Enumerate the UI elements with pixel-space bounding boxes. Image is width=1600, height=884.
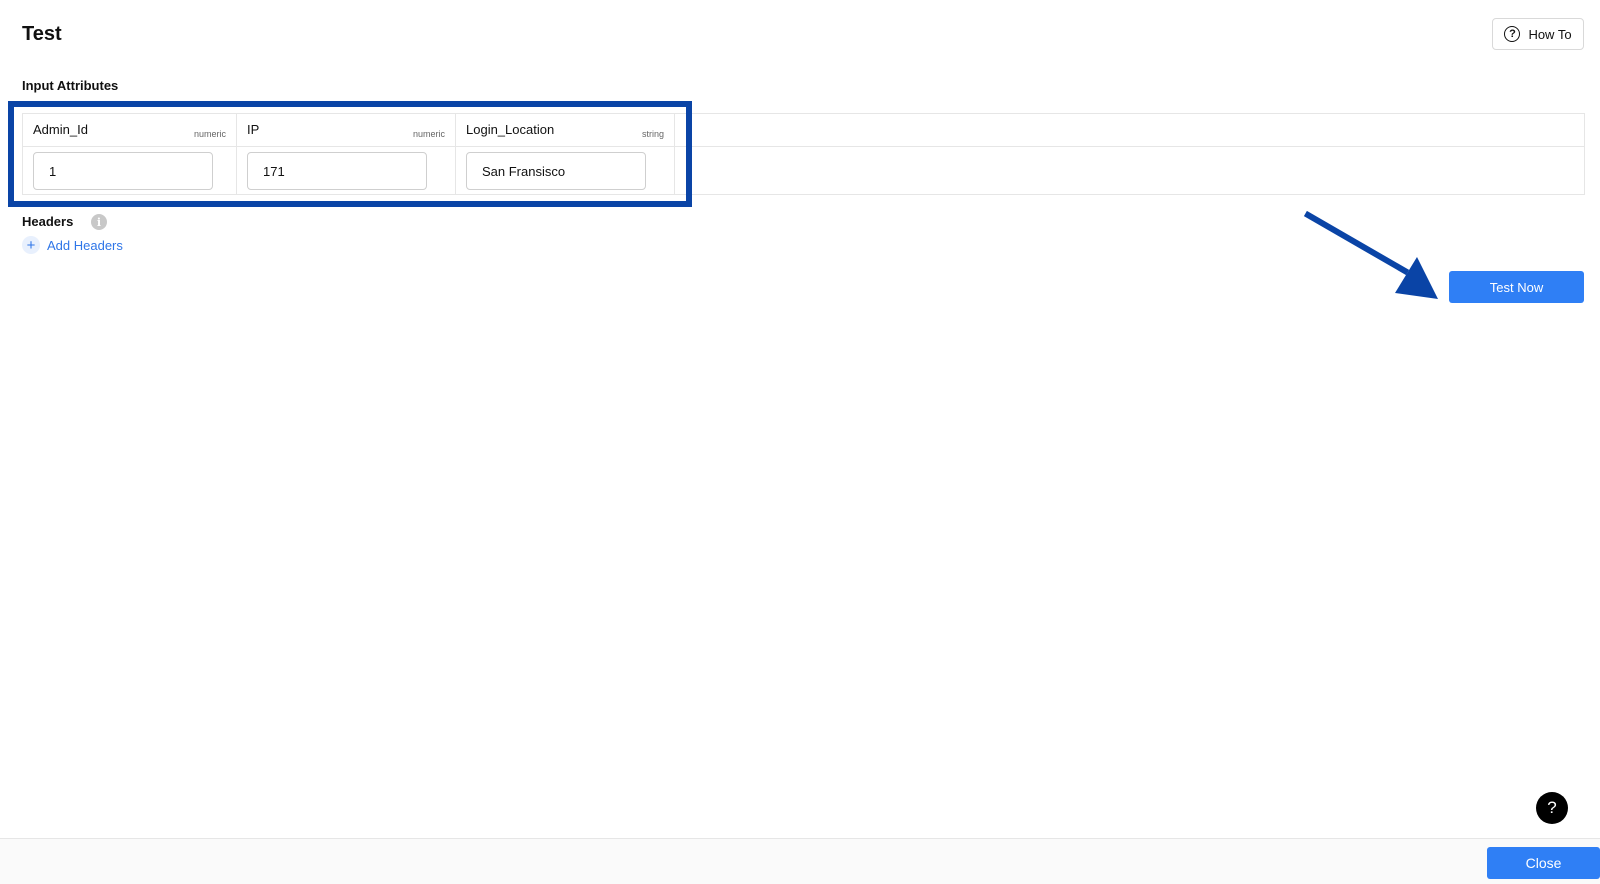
attribute-column-admin-id: Admin_Id numeric [23, 114, 237, 194]
page-title: Test [22, 23, 62, 45]
test-now-button[interactable]: Test Now [1449, 271, 1584, 303]
attribute-name: Login_Location [466, 122, 555, 137]
attribute-name: IP [247, 122, 260, 137]
input-attributes-label: Input Attributes [22, 78, 119, 93]
attribute-column-login-location: Login_Location string [456, 114, 675, 194]
attribute-type: numeric [193, 129, 226, 139]
ip-input[interactable] [247, 152, 427, 190]
footer-bar [0, 838, 1600, 884]
login-location-input[interactable] [466, 152, 646, 190]
headers-label: Headers [22, 214, 74, 229]
attribute-type: numeric [412, 129, 445, 139]
admin-id-input[interactable] [33, 152, 213, 190]
help-circle-icon: ? [1504, 26, 1521, 42]
info-icon: i [91, 214, 107, 230]
close-button[interactable]: Close [1487, 847, 1600, 879]
add-headers-label: Add Headers [47, 237, 123, 253]
how-to-label: How To [1528, 26, 1572, 42]
attribute-name: Admin_Id [33, 122, 88, 137]
input-attributes-table: Admin_Id numeric IP numeric Login_Locati… [22, 113, 1585, 195]
plus-icon: + [22, 236, 40, 254]
add-headers-button[interactable]: + Add Headers [22, 236, 123, 254]
floating-help-icon[interactable]: ? [1536, 792, 1568, 824]
attribute-type: string [641, 129, 664, 139]
attribute-column-ip: IP numeric [237, 114, 456, 194]
arrow-annotation-icon [1303, 210, 1438, 299]
how-to-button[interactable]: ? How To [1492, 18, 1584, 50]
